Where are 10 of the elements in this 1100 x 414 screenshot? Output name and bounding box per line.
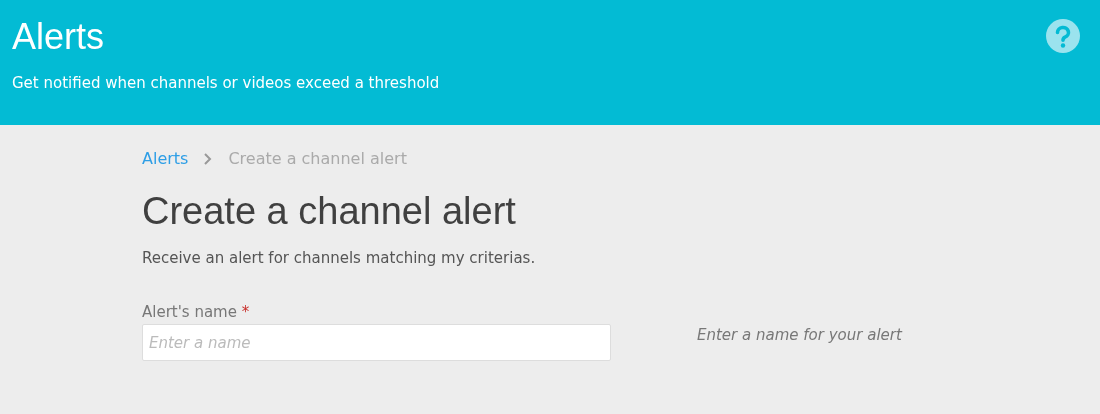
- help-icon[interactable]: [1046, 19, 1080, 53]
- field-hint: Enter a name for your alert: [697, 326, 902, 344]
- breadcrumb-current: Create a channel alert: [228, 149, 407, 168]
- page-title: Create a channel alert: [142, 190, 516, 233]
- name-input-field[interactable]: Enter a name: [142, 324, 611, 361]
- page-header-title: Alerts: [12, 16, 105, 58]
- breadcrumb-link[interactable]: Alerts: [142, 149, 189, 168]
- page-header-subtitle: Get notified when channels or videos exceed a threshold: [12, 74, 440, 92]
- field-label: Alert's name *: [142, 303, 250, 321]
- page-description: Receive an alert for channels matching my criterias.: [142, 249, 536, 267]
